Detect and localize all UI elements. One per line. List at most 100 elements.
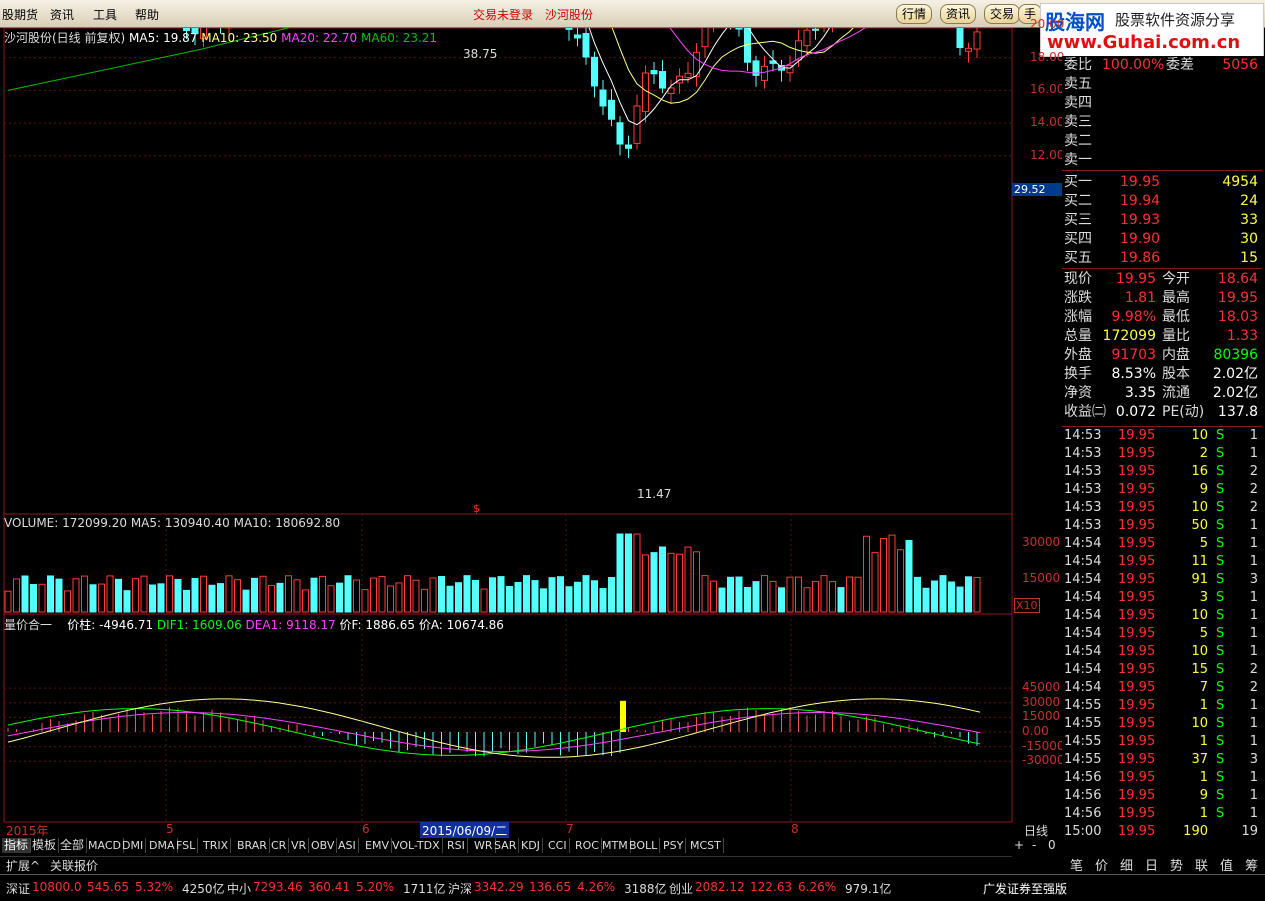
tick-volume: 1 [1199,770,1208,785]
indicator-tab-dmi[interactable]: DMI [120,838,147,853]
indicator-tick: 15000 [1022,709,1061,724]
zoom-in-button[interactable]: + [1014,838,1024,852]
tick-time: 14:53 [1064,428,1102,443]
weibi-row: 委比 100.00% 委差 5056 [1062,56,1262,75]
tick-price: 19.95 [1118,662,1156,677]
tick-volume: 3 [1199,590,1208,605]
volume-bar [472,579,479,613]
volume-bar [123,590,131,613]
tick-price: 19.95 [1118,536,1156,551]
volume-bar [786,576,794,613]
quote-value: 172099 [1102,328,1156,344]
indicator-tab-sar[interactable]: SAR [492,838,520,853]
toolbar-trade-button[interactable]: 交易 [984,4,1021,24]
candle-body [625,144,632,149]
ask-level-4: 卖四 [1062,94,1262,113]
detail-tab-7[interactable]: 筹 [1245,855,1258,874]
kline-chart-area[interactable] [0,28,1062,838]
indicator-tab-boll[interactable]: BOLL [627,838,661,853]
menu-item-futures[interactable]: 股期货 [2,6,38,23]
tick-price: 19.95 [1118,464,1156,479]
tick-volume: 7 [1199,680,1208,695]
menu-item-news[interactable]: 资讯 [50,6,74,23]
detail-tab-1[interactable]: 价 [1095,855,1108,874]
detail-tab-0[interactable]: 笔 [1070,855,1083,874]
bid-level-1[interactable]: 买一 19.95 4954 [1062,173,1262,192]
quote-value: 1.81 [1124,290,1156,306]
candle-body [582,33,590,58]
bid-level-4[interactable]: 买四 19.90 30 [1062,230,1262,249]
volume-bar [540,588,547,613]
zoom-reset-button[interactable]: 0 [1048,838,1056,852]
tick-side: S [1216,572,1225,587]
related-quote-tab[interactable]: 关联报价 [50,857,98,874]
tick-volume: 11 [1191,554,1208,569]
expand-tab[interactable]: 扩展^ [6,857,40,874]
tick-row: 14:54 19.95 15 S 2 [1062,661,1262,679]
tick-time: 14:53 [1064,464,1102,479]
volume-title: VOLUME: 172099.20 [4,516,127,530]
ask-label: 卖四 [1064,95,1092,111]
bid-level-3[interactable]: 买三 19.93 33 [1062,211,1262,230]
tick-volume: 5 [1199,626,1208,641]
indicator-label-4: 价A: 10674.86 [418,618,504,632]
volume-bar [225,575,233,613]
zoom-out-button[interactable]: - [1032,838,1036,852]
detail-tab-3[interactable]: 日 [1145,855,1158,874]
xlabel-4: 7 [566,822,574,836]
volume-bar [115,578,122,613]
tick-time: 14:54 [1064,572,1102,587]
indicator-tab-macd[interactable]: MACD [86,838,124,853]
tick-row: 14:54 19.95 7 S 2 [1062,679,1262,697]
quote-value: 0.072 [1115,404,1156,420]
main-chart-legend: 沙河股份(日线 前复权) MA5: 19.87 MA10: 23.50 MA20… [4,29,437,46]
indicator-tab-dma[interactable]: DMA [147,838,178,853]
indicator-tab-emv[interactable]: EMV [363,838,392,853]
quote-row: 涨幅 9.98% 最低 18.03 [1062,308,1262,327]
tick-count: 1 [1249,734,1258,749]
indicator-tab-vol-tdx[interactable]: VOL-TDX [390,838,443,853]
indicator-tab-vr[interactable]: VR [289,838,310,853]
detail-tab-6[interactable]: 值 [1220,855,1233,874]
indicator-tab-asi[interactable]: ASI [336,838,359,853]
indicator-tab-kdj[interactable]: KDJ [519,838,543,853]
volume-bar [81,575,88,613]
quote-row: 现价 19.95 今开 18.64 [1062,270,1262,289]
indicator-tab-指标[interactable]: 指标 [2,838,32,853]
indicator-tab-psy[interactable]: PSY [661,838,687,853]
bid-level-5[interactable]: 买五 19.86 15 [1062,249,1262,268]
candle-body [965,47,972,52]
bid-level-2[interactable]: 买二 19.94 24 [1062,192,1262,211]
detail-tab-5[interactable]: 联 [1195,855,1208,874]
tick-side: S [1216,626,1225,641]
menu-item-help[interactable]: 帮助 [135,6,159,23]
indicator-tab-fsl[interactable]: FSL [174,838,199,853]
indicator-tab-cci[interactable]: CCI [546,838,570,853]
indicator-tick: 30000 [1022,694,1061,709]
indicator-tab-trix[interactable]: TRIX [201,838,232,853]
indicator-tab-模板[interactable]: 模板 [30,838,60,853]
indicator-tab-mcst[interactable]: MCST [688,838,724,853]
detail-tab-4[interactable]: 势 [1170,855,1183,874]
low-price-label: 11.47 [637,487,672,501]
indicator-tab-cr[interactable]: CR [269,838,290,853]
login-status: 交易未登录 [473,8,534,22]
indicator-tab-obv[interactable]: OBV [309,838,338,853]
indicator-tab-rsi[interactable]: RSI [445,838,468,853]
tick-price: 19.95 [1118,428,1156,443]
period-label[interactable]: 日线 [1024,822,1048,839]
index-amount: 3188亿 [624,882,667,896]
tick-row: 14:55 19.95 37 S 3 [1062,751,1262,769]
tick-time: 14:54 [1064,644,1102,659]
tick-time: 14:56 [1064,788,1102,803]
quote-value: 91703 [1111,347,1156,363]
detail-tab-2[interactable]: 细 [1120,855,1133,874]
volume-bar [4,590,12,613]
indicator-tab-brar[interactable]: BRAR [235,838,270,853]
toolbar-news-button[interactable]: 资讯 [940,4,977,24]
volume-bar [302,589,309,613]
menu-item-tools[interactable]: 工具 [93,6,117,23]
indicator-tab-roc[interactable]: ROC [573,838,602,853]
indicator-tab-全部[interactable]: 全部 [58,838,88,853]
toolbar-quote-button[interactable]: 行情 [896,4,933,24]
